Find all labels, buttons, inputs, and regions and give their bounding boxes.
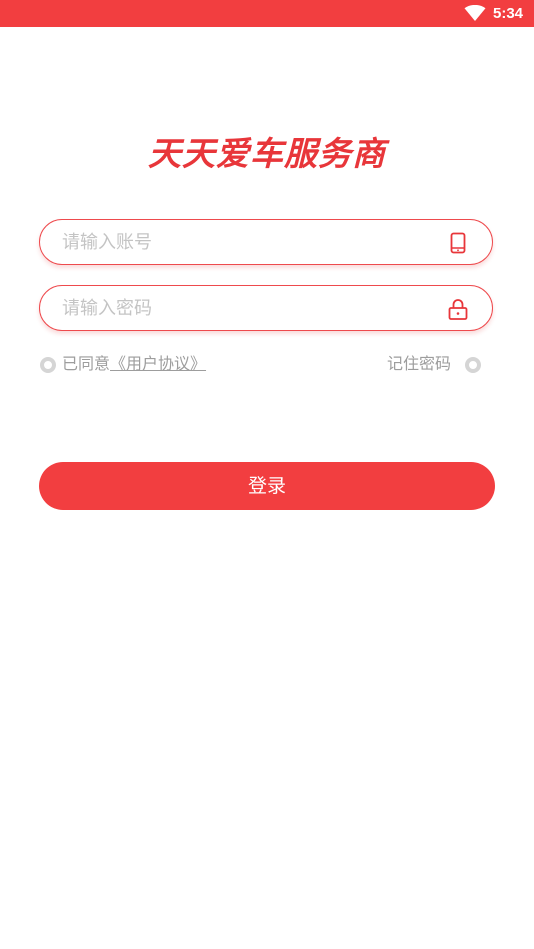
status-bar: 5:34	[0, 0, 534, 27]
remember-password-label[interactable]: 记住密码	[387, 353, 451, 375]
password-field[interactable]	[39, 285, 493, 331]
agree-text: 已同意《用户协议》	[62, 353, 206, 375]
status-time: 5:34	[493, 5, 524, 22]
remember-password-radio[interactable]	[465, 357, 481, 373]
lock-icon	[448, 299, 468, 320]
wifi-icon	[464, 5, 486, 21]
options-row: 已同意《用户协议》 记住密码	[39, 352, 493, 376]
password-input[interactable]	[62, 286, 432, 330]
agree-prefix: 已同意	[62, 354, 111, 373]
agree-radio[interactable]	[40, 357, 56, 373]
app-title: 天天爱车服务商	[148, 134, 386, 173]
login-button[interactable]: 登录	[39, 462, 495, 510]
agreement-link[interactable]: 《用户协议》	[110, 354, 206, 373]
account-field[interactable]	[39, 219, 493, 265]
phone-icon	[450, 232, 466, 254]
account-input[interactable]	[62, 220, 432, 264]
